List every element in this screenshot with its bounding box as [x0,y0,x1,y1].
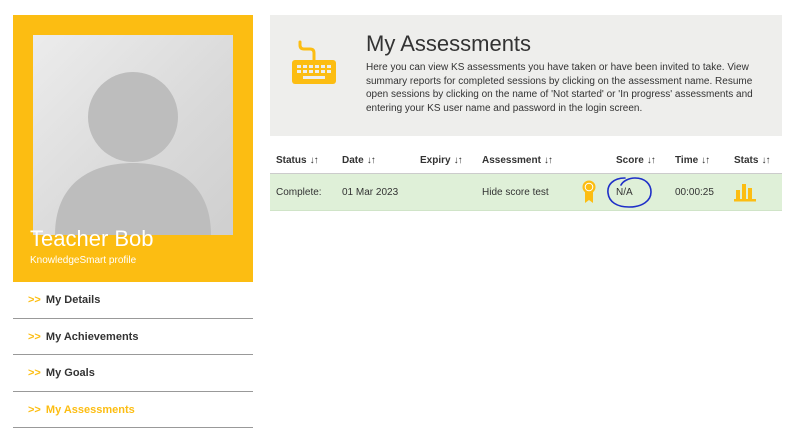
menu-item-my-achievements[interactable]: >> My Achievements [13,319,253,355]
column-label: Status [276,155,307,166]
column-header-stats[interactable]: Stats ↓↑ [734,155,770,166]
page-title: My Assessments [366,31,532,56]
sort-icon: ↓↑ [701,155,710,166]
column-label: Score [616,155,644,166]
user-silhouette-icon [55,72,211,235]
intro-text: Here you can view KS assessments you hav… [366,62,753,114]
column-label: Assessment [482,155,541,166]
column-label: Stats [734,155,759,166]
column-header-date[interactable]: Date ↓↑ [342,155,376,166]
menu-arrow: >> [28,403,41,416]
menu-item-my-assessments[interactable]: >> My Assessments [13,392,253,428]
column-header-score[interactable]: Score ↓↑ [616,155,656,166]
menu-item-label: My Goals [45,367,95,379]
column-header-time[interactable]: Time ↓↑ [675,155,710,166]
sort-icon: ↓↑ [366,155,376,166]
menu-item-my-details[interactable]: >> My Details [13,282,253,319]
table-row: Complete: 01 Mar 2023 Hide score test N/… [270,174,782,211]
side-menu: >> My Details >> My Achievements >> My G… [13,282,253,428]
sort-icon: ↓↑ [309,155,319,166]
menu-arrow: >> [28,330,41,343]
profile-card: Teacher Bob KnowledgeSmart profile [13,15,253,282]
menu-item-label: My Achievements [45,330,139,343]
assessment-name-link[interactable]: Hide score test [482,187,549,198]
column-header-expiry[interactable]: Expiry ↓↑ [420,155,463,166]
table-header: Status ↓↑ Date ↓↑ Expiry ↓↑ Assessment ↓↑ Sc… [270,148,782,174]
status-cell: Complete: [276,187,322,198]
avatar [33,35,233,235]
column-header-status[interactable]: Status ↓↑ [276,155,319,166]
header-panel: My Assessments Here you can view KS asse… [270,15,782,136]
assessments-table: Status ↓↑ Date ↓↑ Expiry ↓↑ Assessment ↓↑ Sc… [270,148,782,211]
menu-item-my-goals[interactable]: >> My Goals [13,355,253,392]
time-cell: 00:00:25 [675,187,714,198]
bar-chart-icon[interactable] [734,183,756,202]
sort-icon: ↓↑ [646,155,656,166]
menu-item-label: My Assessments [45,403,135,416]
column-label: Date [342,155,364,166]
keyboard-icon [292,40,336,84]
date-cell: 01 Mar 2023 [342,187,399,198]
column-label: Expiry [420,155,451,166]
sort-icon: ↓↑ [543,155,553,166]
profile-subtitle: KnowledgeSmart profile [30,255,137,266]
sort-icon: ↓↑ [761,155,770,166]
menu-arrow: >> [28,294,41,306]
score-cell: N/A [616,187,633,198]
column-label: Time [675,155,699,166]
award-ribbon-icon [582,180,596,203]
column-header-assessment[interactable]: Assessment ↓↑ [482,155,553,166]
menu-arrow: >> [28,367,41,379]
menu-item-label: My Details [45,294,101,306]
profile-name: Teacher Bob [30,226,154,251]
sort-icon: ↓↑ [453,155,463,166]
